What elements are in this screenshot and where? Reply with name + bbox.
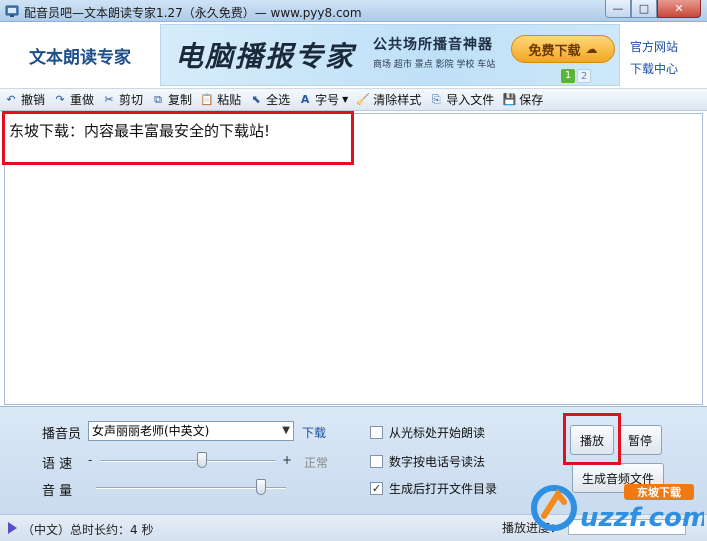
ad-banner[interactable]: 电脑播报专家 公共场所播音神器 商场 超市 景点 影院 学校 车站 免费下载 ☁… (160, 24, 620, 86)
brand-logo: 文本朗读专家 (29, 48, 131, 68)
floppy-disk-icon: 💾 (502, 92, 517, 106)
voice-label: 播音员 (42, 427, 82, 442)
copy-button[interactable]: ⧉ 复制 (151, 91, 192, 108)
import-icon: ⎘ (431, 92, 441, 106)
scissors-icon: ✂ (104, 92, 114, 106)
save-button[interactable]: 💾 保存 (502, 91, 543, 108)
redo-button[interactable]: ↷ 重做 (53, 91, 94, 108)
voice-select-value: 女声丽丽老师(中英文) (92, 424, 210, 438)
ad-download-label: 免费下载 (528, 43, 581, 59)
open-dir-checkbox[interactable]: ✓ 生成后打开文件目录 (370, 480, 497, 497)
voice-download-link[interactable]: 下载 (302, 424, 326, 441)
window-title: 配音员吧—文本朗读专家1.27（永久免费）— www.pyy8.com (24, 6, 362, 20)
font-size-dropdown[interactable]: A 字号 ▼ (298, 91, 348, 108)
speed-slider-track[interactable] (100, 460, 276, 462)
ad-title: 电脑播报专家 (175, 40, 356, 73)
from-cursor-checkbox[interactable]: 从光标处开始朗读 (370, 424, 485, 441)
import-file-button[interactable]: ⎘ 导入文件 (429, 91, 494, 108)
duration-info: （中文）总时长约：4 秒 (22, 523, 154, 537)
title-bar: 配音员吧—文本朗读专家1.27（永久免费）— www.pyy8.com — □ … (0, 0, 707, 22)
window-controls: — □ ✕ (605, 0, 701, 18)
copy-icon: ⧉ (154, 92, 162, 106)
ad-download-button[interactable]: 免费下载 ☁ (511, 35, 615, 63)
cloud-icon: ☁ (585, 42, 598, 56)
text-editor[interactable]: 东坡下载：内容最丰富最安全的下载站! (4, 113, 703, 405)
speed-label: 语 速 (42, 457, 73, 472)
status-bar: （中文）总时长约：4 秒 播放进度： (0, 514, 707, 541)
app-icon (5, 5, 19, 17)
play-button[interactable]: 播放 (570, 425, 614, 455)
toolbar: ↶ 撤销 ↷ 重做 ✂ 剪切 ⧉ 复制 📋 粘贴 ⬉ 全选 A 字号 ▼ 🧹 清除样式 ⎘ 导入文件… (0, 89, 707, 111)
font-icon: A (300, 92, 310, 106)
minimize-button[interactable]: — (605, 0, 631, 18)
redo-icon: ↷ (55, 92, 65, 106)
banner: 文本朗读专家 电脑播报专家 公共场所播音神器 商场 超市 景点 影院 学校 车站… (0, 22, 707, 89)
download-center-link[interactable]: 下载中心 (630, 58, 702, 80)
ad-page-2[interactable]: 2 (577, 69, 591, 83)
editor-text[interactable]: 东坡下载：内容最丰富最安全的下载站! (9, 120, 270, 141)
maximize-button[interactable]: □ (631, 0, 657, 18)
speed-plus: + (282, 453, 293, 467)
pause-button[interactable]: 暂停 (618, 425, 662, 455)
clear-style-button[interactable]: 🧹 清除样式 (356, 91, 421, 108)
playback-progress-bar (568, 519, 686, 535)
clipboard-icon: 📋 (200, 92, 214, 106)
speed-status: 正常 (304, 456, 329, 470)
volume-slider-thumb[interactable] (256, 479, 267, 495)
broom-icon: 🧹 (356, 92, 371, 106)
voice-select[interactable]: 女声丽丽老师(中英文) ▼ (88, 421, 294, 441)
cut-button[interactable]: ✂ 剪切 (102, 91, 143, 108)
generate-audio-button[interactable]: 生成音频文件 (572, 463, 664, 493)
control-panel: 播音员 女声丽丽老师(中英文) ▼ 下载 语 速 - + 正常 音 量 从光标处… (0, 406, 707, 514)
from-cursor-box[interactable] (370, 426, 383, 439)
paste-button[interactable]: 📋 粘贴 (200, 91, 241, 108)
select-all-button[interactable]: ⬉ 全选 (249, 91, 290, 108)
open-dir-box[interactable]: ✓ (370, 482, 383, 495)
chevron-down-icon: ▼ (282, 425, 290, 436)
progress-label: 播放进度： (502, 521, 563, 535)
volume-label: 音 量 (42, 484, 73, 499)
official-site-link[interactable]: 官方网站 (630, 36, 702, 58)
cursor-icon: ⬉ (251, 92, 261, 106)
ad-tagline: 公共场所播音神器 (373, 37, 493, 53)
chevron-down-icon: ▼ (342, 95, 349, 104)
undo-icon: ↶ (6, 92, 16, 106)
header-links: 官方网站 下载中心 (630, 36, 702, 80)
play-triangle-icon (8, 522, 17, 534)
ad-page-1[interactable]: 1 (561, 69, 575, 83)
phone-digits-box[interactable] (370, 455, 383, 468)
ad-places: 商场 超市 景点 影院 学校 车站 (373, 60, 496, 70)
speed-minus: - (88, 453, 93, 467)
phone-digits-checkbox[interactable]: 数字按电话号读法 (370, 453, 485, 470)
close-button[interactable]: ✕ (657, 0, 701, 18)
speed-slider-thumb[interactable] (197, 452, 208, 468)
undo-button[interactable]: ↶ 撤销 (4, 91, 45, 108)
